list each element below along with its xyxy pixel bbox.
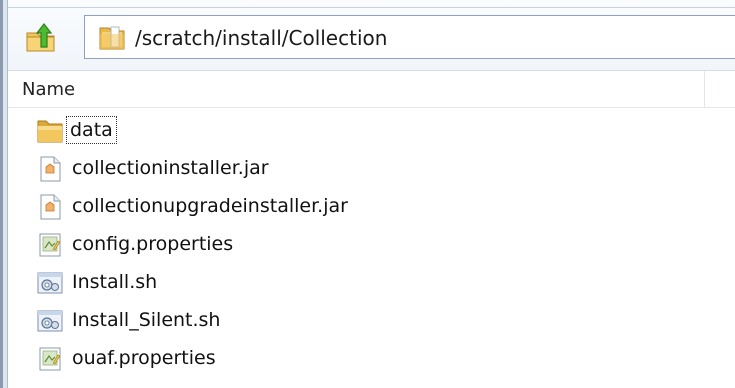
up-folder-icon — [26, 23, 55, 52]
file-browser-window: /scratch/install/Collection Name data co… — [0, 0, 735, 388]
file-name: collectionupgradeinstaller.jar — [72, 195, 348, 217]
jar-file-icon — [40, 156, 61, 182]
script-file-icon — [37, 310, 63, 332]
file-name: Install_Silent.sh — [72, 309, 221, 331]
list-item[interactable]: Install.sh — [36, 266, 636, 298]
up-folder-button[interactable] — [22, 18, 60, 58]
list-item[interactable]: config.properties — [36, 228, 636, 260]
file-name: config.properties — [72, 233, 234, 255]
toolbar-divider — [8, 7, 735, 8]
column-header-row: Name — [8, 70, 735, 108]
list-item[interactable]: collectionupgradeinstaller.jar — [36, 190, 636, 222]
address-path: /scratch/install/Collection — [135, 26, 388, 50]
file-name: ouaf.properties — [72, 347, 216, 369]
list-item[interactable]: Install_Silent.sh — [36, 304, 636, 336]
list-item[interactable]: collectioninstaller.jar — [36, 152, 636, 184]
list-item[interactable]: data — [36, 114, 636, 146]
file-name: collectioninstaller.jar — [72, 157, 269, 179]
file-name: data — [66, 116, 117, 144]
list-item[interactable]: ouaf.properties — [36, 342, 636, 374]
file-name: Install.sh — [72, 271, 158, 293]
properties-file-icon — [39, 347, 61, 371]
address-bar[interactable]: /scratch/install/Collection — [84, 15, 735, 59]
folder-icon — [99, 26, 125, 50]
column-separator[interactable] — [704, 71, 705, 107]
properties-file-icon — [39, 233, 61, 257]
script-file-icon — [37, 272, 63, 294]
jar-file-icon — [40, 194, 61, 220]
folder-icon — [37, 120, 63, 143]
column-header-name[interactable]: Name — [22, 79, 75, 101]
file-list: data collectioninstaller.jar collectionu… — [8, 114, 735, 374]
